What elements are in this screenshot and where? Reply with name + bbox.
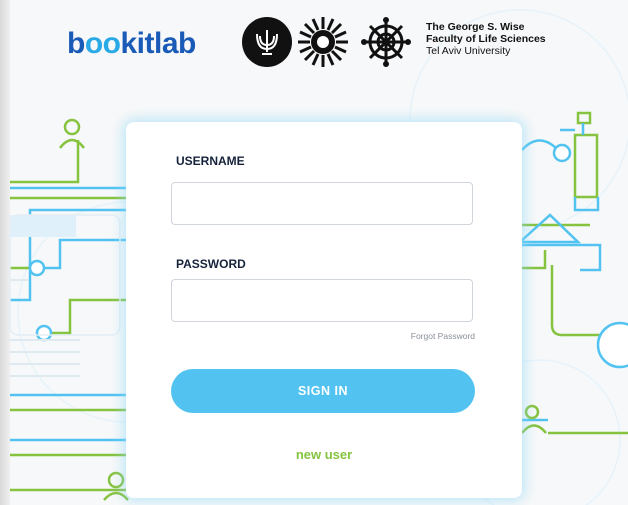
tau-menorah-seal-icon [242,17,292,67]
password-input[interactable] [171,279,473,322]
sunburst-emblem-icon [298,17,348,67]
logo-text-prefix: b [67,27,85,60]
faculty-name: The George S. Wise Faculty of Life Scien… [426,21,546,57]
new-user-link[interactable]: new user [126,447,522,462]
molecule-emblem-icon [361,17,411,67]
password-label: PASSWORD [176,257,246,271]
header: bookitlab The George S. Wise Faculty of … [0,0,628,85]
username-input[interactable] [171,182,473,225]
logo-text-oo: oo [84,27,121,60]
username-label: USERNAME [176,154,245,168]
forgot-password-link[interactable]: Forgot Password [411,331,475,341]
faculty-line-2: Faculty of Life Sciences [426,33,546,45]
faculty-line-1: The George S. Wise [426,21,525,33]
login-card: USERNAME PASSWORD Forgot Password SIGN I… [126,122,522,498]
sign-in-button[interactable]: SIGN IN [171,369,475,413]
bookitlab-logo[interactable]: bookitlab [67,27,196,61]
faculty-line-3: Tel Aviv University [426,45,511,57]
logo-text-suffix: kitlab [120,27,196,60]
